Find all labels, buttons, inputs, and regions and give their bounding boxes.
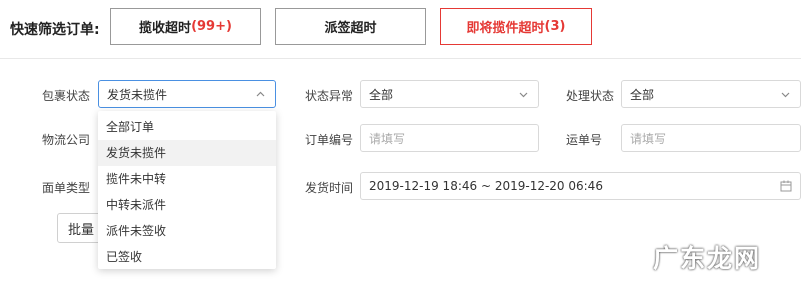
process-status-value: 全部 — [630, 87, 655, 102]
order-no-input[interactable]: 请填写 — [360, 124, 539, 152]
ship-time-range-picker[interactable]: 2019-12-19 18:46 ~ 2019-12-20 06:46 — [360, 172, 801, 200]
package-status-select[interactable]: 发货未揽件 — [98, 80, 276, 108]
chevron-down-icon — [781, 90, 790, 99]
order-no-placeholder: 请填写 — [369, 131, 406, 146]
status-abnormal-select[interactable]: 全部 — [360, 80, 539, 108]
package-status-dropdown: 全部订单 发货未揽件 揽件未中转 中转未派件 派件未签收 已签收 — [98, 111, 276, 269]
dropdown-option-transferred-not-dispatched[interactable]: 中转未派件 — [98, 192, 276, 218]
calendar-icon — [780, 180, 792, 192]
dropdown-option-signed[interactable]: 已签收 — [98, 244, 276, 270]
dropdown-option-all-orders[interactable]: 全部订单 — [98, 114, 276, 140]
dropdown-option-dispatched-not-signed[interactable]: 派件未签收 — [98, 218, 276, 244]
ship-time-label: 发货时间 — [305, 181, 354, 195]
process-status-select[interactable]: 全部 — [621, 80, 801, 108]
pickup-timeout-label: 揽收超时 — [139, 21, 192, 36]
sheet-type-label: 面单类型 — [42, 181, 91, 195]
batch-button-label: 批量 — [68, 222, 95, 238]
watermark-logo: 广东龙网 — [653, 244, 762, 273]
pickup-soon-timeout-button[interactable]: 即将揽件超时 (3) — [440, 8, 592, 45]
chevron-up-icon — [256, 90, 265, 99]
waybill-no-placeholder: 请填写 — [630, 131, 667, 146]
waybill-no-label: 运单号 — [566, 133, 603, 147]
status-abnormal-label: 状态异常 — [305, 89, 354, 103]
status-abnormal-value: 全部 — [369, 87, 394, 102]
quick-filter-label: 快速筛选订单: — [10, 22, 100, 38]
chevron-down-icon — [519, 90, 528, 99]
quick-filter-bar: 快速筛选订单: 揽收超时 (99+) 派签超时 即将揽件超时 (3) — [0, 0, 801, 58]
pickup-soon-timeout-count: (3) — [544, 19, 566, 34]
pickup-timeout-count: (99+) — [191, 19, 232, 34]
pickup-soon-timeout-label: 即将揽件超时 — [466, 21, 545, 36]
waybill-no-input[interactable]: 请填写 — [621, 124, 801, 152]
package-status-label: 包裹状态 — [42, 89, 91, 103]
dropdown-option-shipped-not-picked[interactable]: 发货未揽件 — [98, 140, 276, 166]
delivery-timeout-label: 派签超时 — [324, 21, 377, 36]
package-status-value: 发货未揽件 — [107, 87, 168, 102]
delivery-timeout-button[interactable]: 派签超时 — [275, 8, 426, 45]
logistics-company-label: 物流公司 — [42, 133, 91, 147]
pickup-timeout-button[interactable]: 揽收超时 (99+) — [110, 8, 261, 45]
dropdown-option-picked-not-transferred[interactable]: 揽件未中转 — [98, 166, 276, 192]
ship-time-value: 2019-12-19 18:46 ~ 2019-12-20 06:46 — [369, 179, 603, 193]
process-status-label: 处理状态 — [566, 89, 615, 103]
order-no-label: 订单编号 — [305, 133, 354, 147]
